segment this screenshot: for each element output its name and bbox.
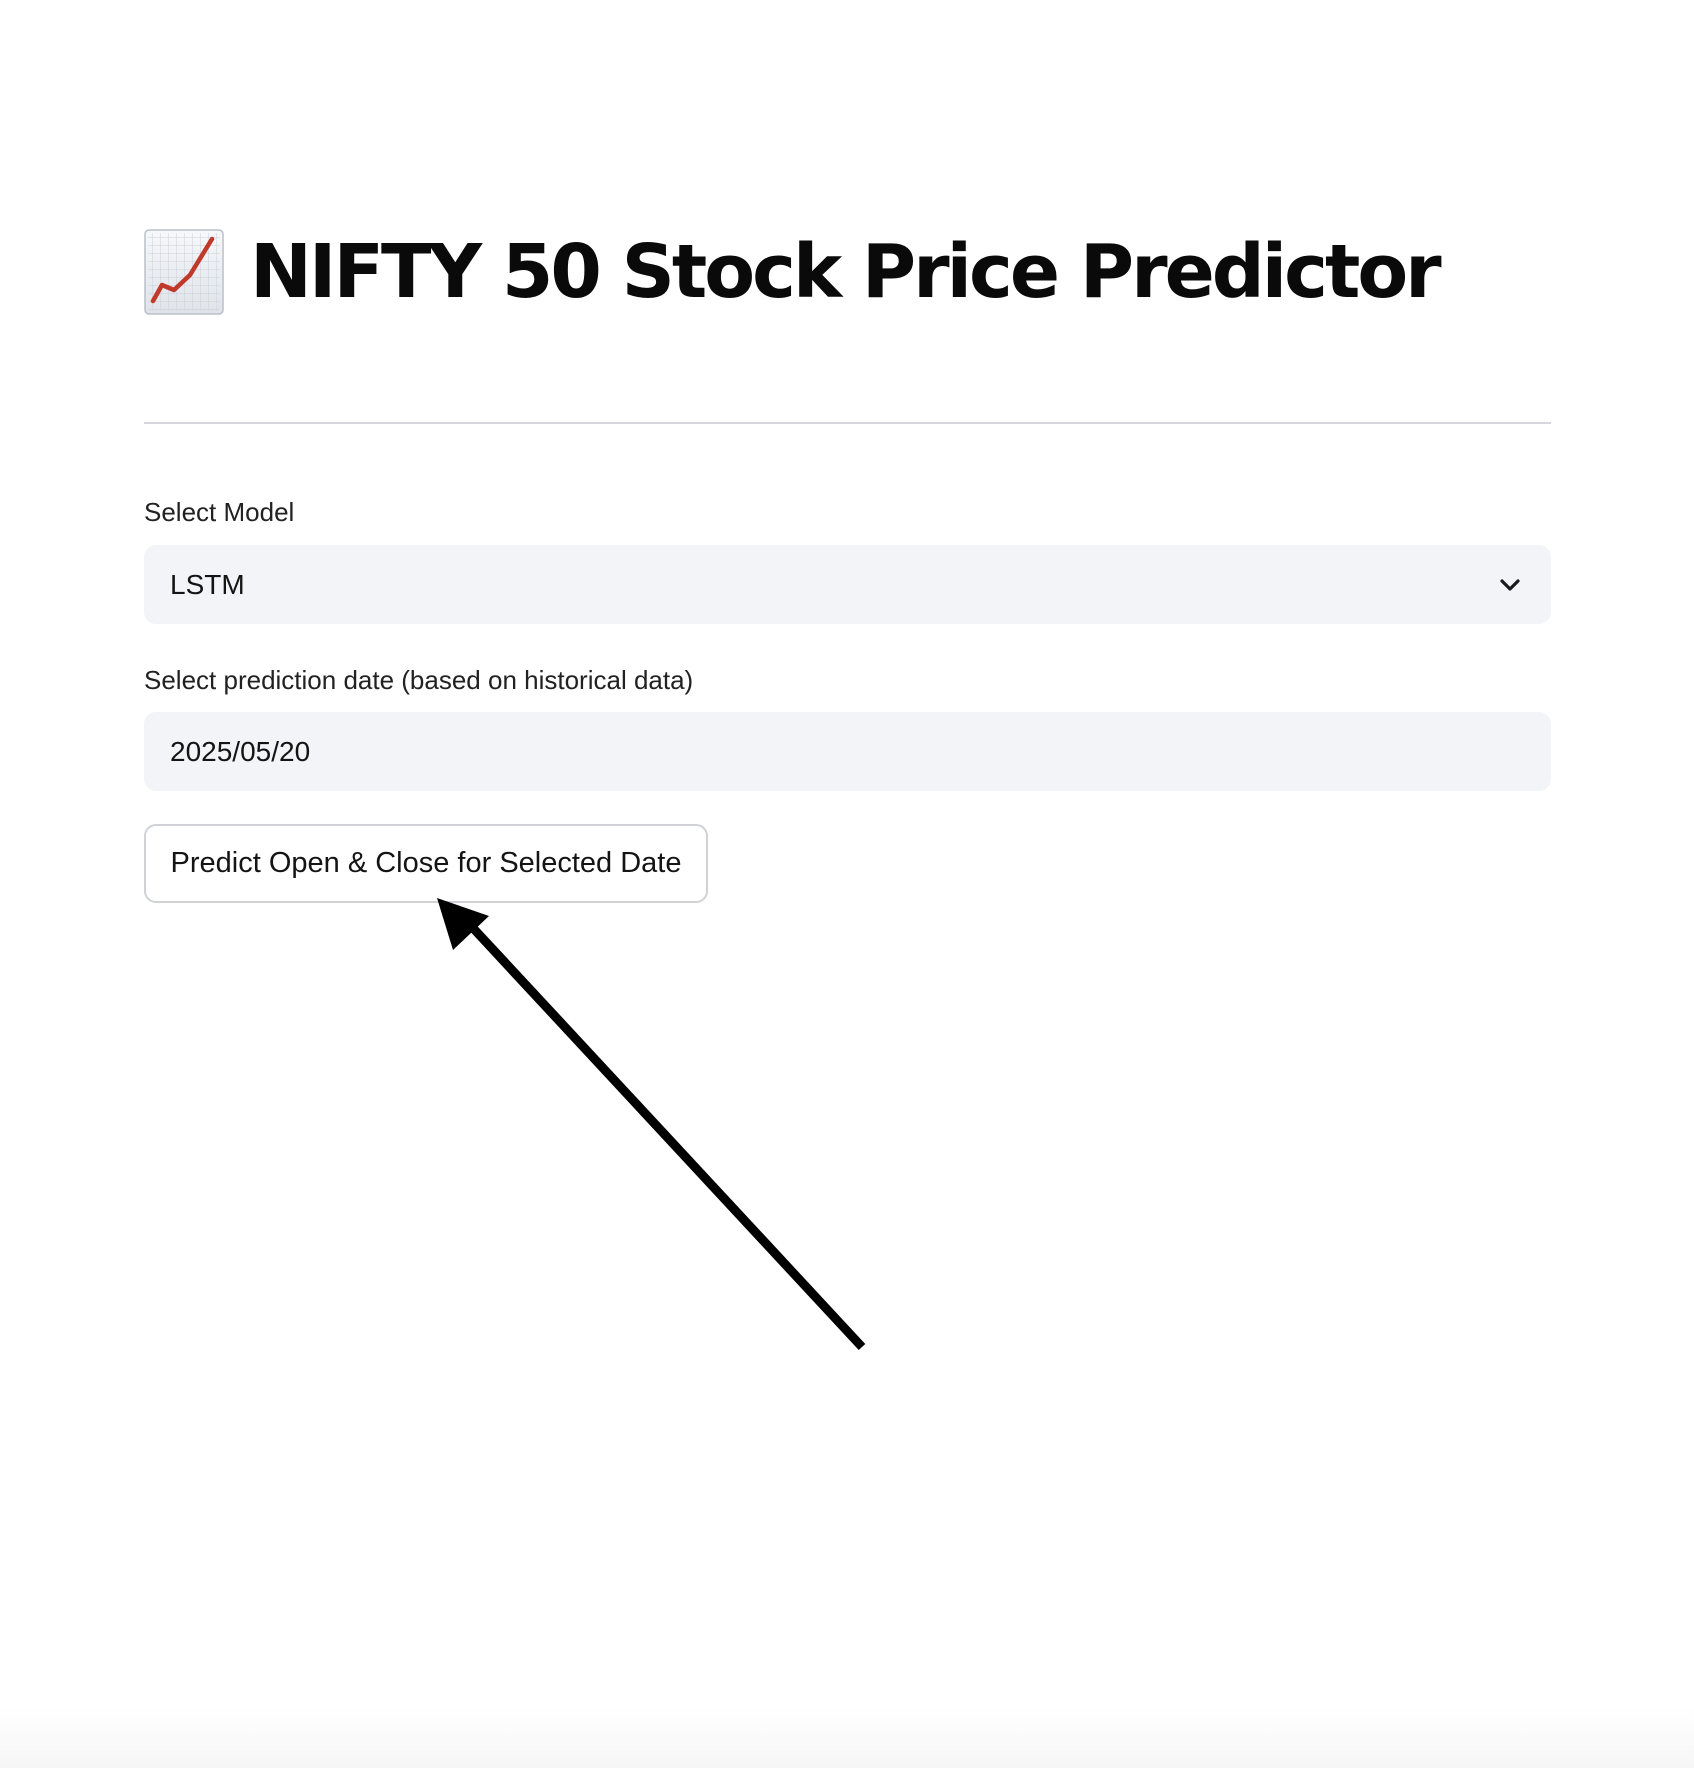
model-select-value: LSTM	[170, 568, 245, 600]
predict-button[interactable]: Predict Open & Close for Selected Date	[144, 824, 708, 903]
date-input-value: 2025/05/20	[170, 735, 311, 767]
date-input-label: Select prediction date (based on histori…	[144, 665, 694, 695]
page-title: NIFTY 50 Stock Price Predictor	[250, 229, 1442, 315]
date-input[interactable]: 2025/05/20	[144, 712, 1551, 791]
page-bottom-shade	[0, 1708, 1694, 1768]
model-select-label: Select Model	[144, 497, 295, 527]
annotation-arrow-shaft	[469, 924, 866, 1351]
annotation-arrow-head	[437, 898, 489, 950]
model-select[interactable]: LSTM	[144, 545, 1551, 624]
title-row: NIFTY 50 Stock Price Predictor	[144, 222, 1442, 322]
divider	[144, 422, 1551, 424]
chart-increasing-icon	[144, 229, 224, 315]
chevron-down-icon[interactable]	[1499, 578, 1521, 592]
